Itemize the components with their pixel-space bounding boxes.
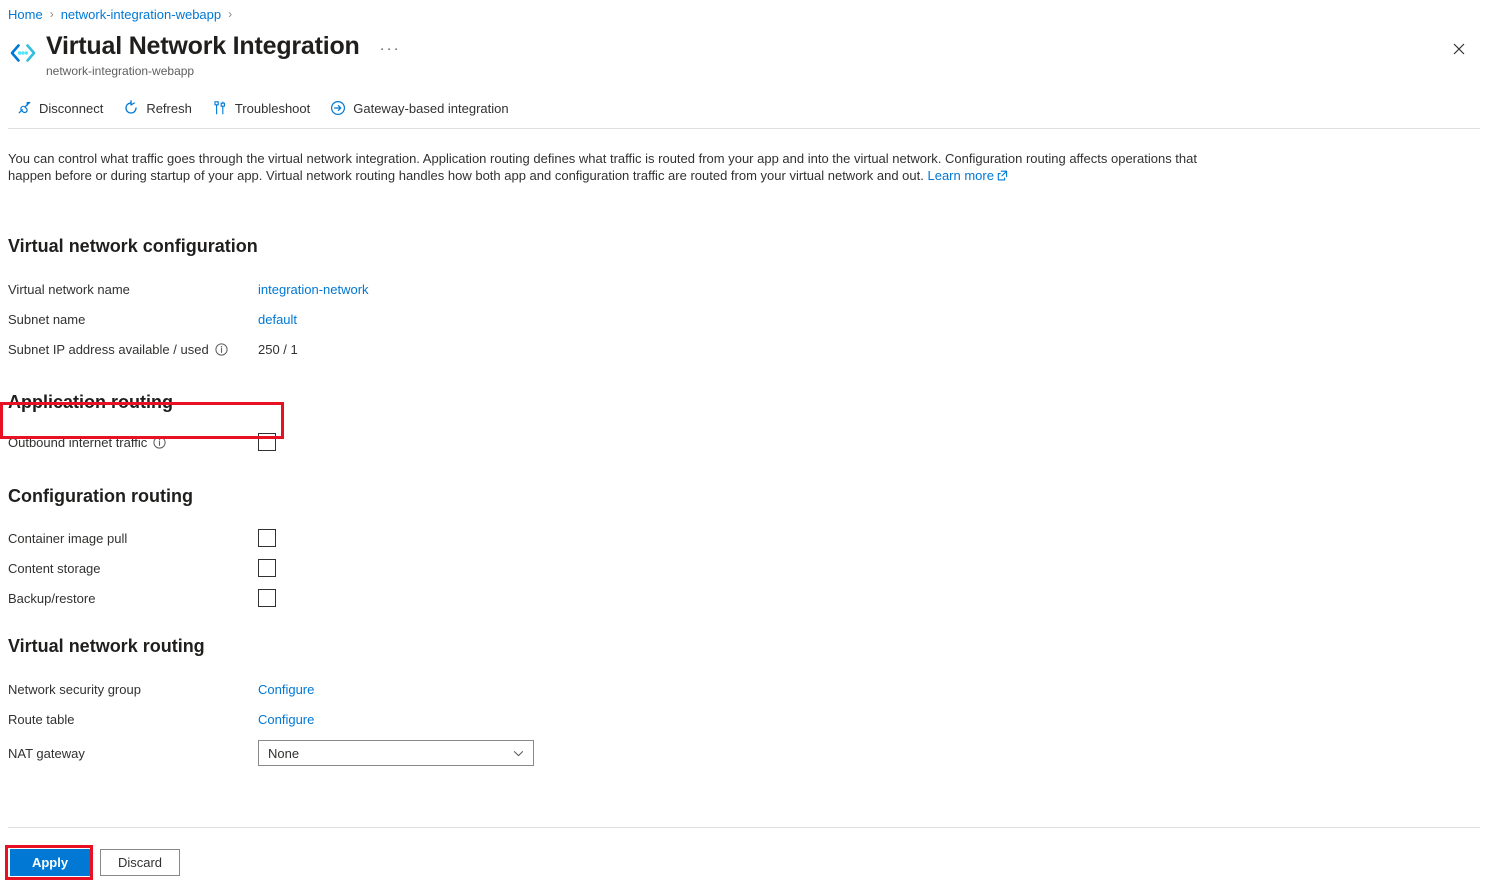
- breadcrumb-separator-icon: ›: [228, 7, 232, 21]
- command-bar: Disconnect Refresh Troubleshoot: [10, 94, 523, 122]
- label-network-security-group: Network security group: [8, 682, 258, 697]
- nat-gateway-selected-value: None: [268, 746, 299, 761]
- link-configure-route-table[interactable]: Configure: [258, 712, 314, 727]
- breadcrumb-separator-icon: ›: [50, 7, 54, 21]
- breadcrumb-item-webapp[interactable]: network-integration-webapp: [61, 7, 221, 22]
- section-title-application-routing: Application routing: [8, 391, 1208, 413]
- row-backup-restore: Backup/restore: [8, 583, 1208, 613]
- breadcrumb: Home › network-integration-webapp ›: [8, 4, 239, 24]
- breadcrumb-item-home[interactable]: Home: [8, 7, 43, 22]
- gateway-based-integration-label: Gateway-based integration: [353, 101, 508, 116]
- checkbox-container-image-pull[interactable]: [258, 529, 276, 547]
- page-header: Virtual Network Integration ··· network-…: [8, 30, 401, 79]
- close-button[interactable]: [1446, 36, 1472, 62]
- info-icon[interactable]: [215, 343, 228, 356]
- intro-text: You can control what traffic goes throug…: [8, 151, 1197, 183]
- label-content-storage: Content storage: [8, 561, 258, 576]
- label-container-image-pull: Container image pull: [8, 531, 258, 546]
- refresh-button[interactable]: Refresh: [117, 94, 202, 122]
- link-configure-network-security-group[interactable]: Configure: [258, 682, 314, 697]
- value-subnet-name[interactable]: default: [258, 312, 297, 327]
- disconnect-label: Disconnect: [39, 101, 103, 116]
- section-title-vnet-routing: Virtual network routing: [8, 635, 1208, 657]
- row-route-table: Route table Configure: [8, 704, 1208, 734]
- learn-more-link[interactable]: Learn more: [927, 168, 993, 183]
- troubleshoot-label: Troubleshoot: [235, 101, 310, 116]
- checkbox-backup-restore[interactable]: [258, 589, 276, 607]
- page-subtitle: network-integration-webapp: [46, 63, 401, 79]
- value-virtual-network-name[interactable]: integration-network: [258, 282, 369, 297]
- troubleshoot-button[interactable]: Troubleshoot: [206, 94, 320, 122]
- row-virtual-network-name: Virtual network name integration-network: [8, 274, 1208, 304]
- discard-button[interactable]: Discard: [100, 849, 180, 876]
- row-network-security-group: Network security group Configure: [8, 674, 1208, 704]
- row-container-image-pull: Container image pull: [8, 523, 1208, 553]
- section-title-vnet-configuration: Virtual network configuration: [8, 235, 1208, 257]
- toolbar-divider: [8, 128, 1480, 129]
- disconnect-button[interactable]: Disconnect: [10, 94, 113, 122]
- nat-gateway-dropdown[interactable]: None: [258, 740, 534, 766]
- apply-button[interactable]: Apply: [10, 849, 90, 876]
- label-outbound-internet-traffic-text: Outbound internet traffic: [8, 435, 147, 450]
- label-virtual-network-name: Virtual network name: [8, 282, 258, 297]
- label-subnet-name: Subnet name: [8, 312, 258, 327]
- troubleshoot-icon: [212, 100, 228, 116]
- external-link-icon: [997, 168, 1008, 179]
- label-subnet-ip-address-text: Subnet IP address available / used: [8, 342, 209, 357]
- close-icon: [1453, 43, 1465, 55]
- checkbox-content-storage[interactable]: [258, 559, 276, 577]
- label-outbound-internet-traffic: Outbound internet traffic: [8, 435, 258, 450]
- page-title: Virtual Network Integration: [46, 30, 360, 62]
- more-options-button[interactable]: ···: [380, 42, 401, 56]
- footer-actions: Apply Discard: [10, 849, 180, 876]
- intro-paragraph: You can control what traffic goes throug…: [8, 150, 1200, 184]
- info-icon[interactable]: [153, 436, 166, 449]
- row-content-storage: Content storage: [8, 553, 1208, 583]
- refresh-label: Refresh: [146, 101, 192, 116]
- row-outbound-internet-traffic: Outbound internet traffic: [8, 427, 1208, 457]
- label-nat-gateway: NAT gateway: [8, 746, 258, 761]
- row-subnet-ip-address: Subnet IP address available / used 250 /…: [8, 334, 1208, 364]
- checkbox-outbound-internet-traffic[interactable]: [258, 433, 276, 451]
- chevron-down-icon: [512, 747, 525, 760]
- row-subnet-name: Subnet name default: [8, 304, 1208, 334]
- main-content: You can control what traffic goes throug…: [8, 150, 1208, 772]
- disconnect-icon: [16, 100, 32, 116]
- virtual-network-integration-icon: [8, 38, 38, 68]
- label-backup-restore: Backup/restore: [8, 591, 258, 606]
- section-title-configuration-routing: Configuration routing: [8, 485, 1208, 507]
- row-nat-gateway: NAT gateway None: [8, 734, 1208, 772]
- gateway-based-integration-button[interactable]: Gateway-based integration: [324, 94, 518, 122]
- refresh-icon: [123, 100, 139, 116]
- label-subnet-ip-address: Subnet IP address available / used: [8, 342, 258, 357]
- value-subnet-ip-address: 250 / 1: [258, 342, 298, 357]
- label-route-table: Route table: [8, 712, 258, 727]
- footer-divider: [8, 827, 1480, 828]
- arrow-right-circle-icon: [330, 100, 346, 116]
